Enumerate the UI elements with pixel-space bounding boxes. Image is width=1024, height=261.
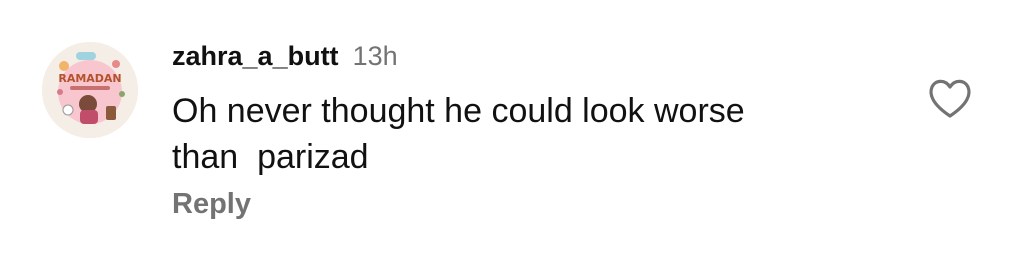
comment-item: RAMADAN zahra_a_butt 13h Oh never though…	[0, 0, 1024, 261]
avatar[interactable]: RAMADAN	[42, 42, 138, 138]
heart-outline-icon[interactable]	[926, 76, 974, 120]
username[interactable]: zahra_a_butt	[172, 41, 339, 72]
reply-button[interactable]: Reply	[172, 188, 251, 221]
comment-header: zahra_a_butt 13h	[172, 36, 398, 76]
timestamp: 13h	[352, 40, 398, 71]
avatar-illustration: RAMADAN	[42, 42, 138, 138]
avatar-text: RAMADAN	[58, 72, 121, 85]
comment-text: Oh never thought he could look worse tha…	[172, 92, 745, 176]
